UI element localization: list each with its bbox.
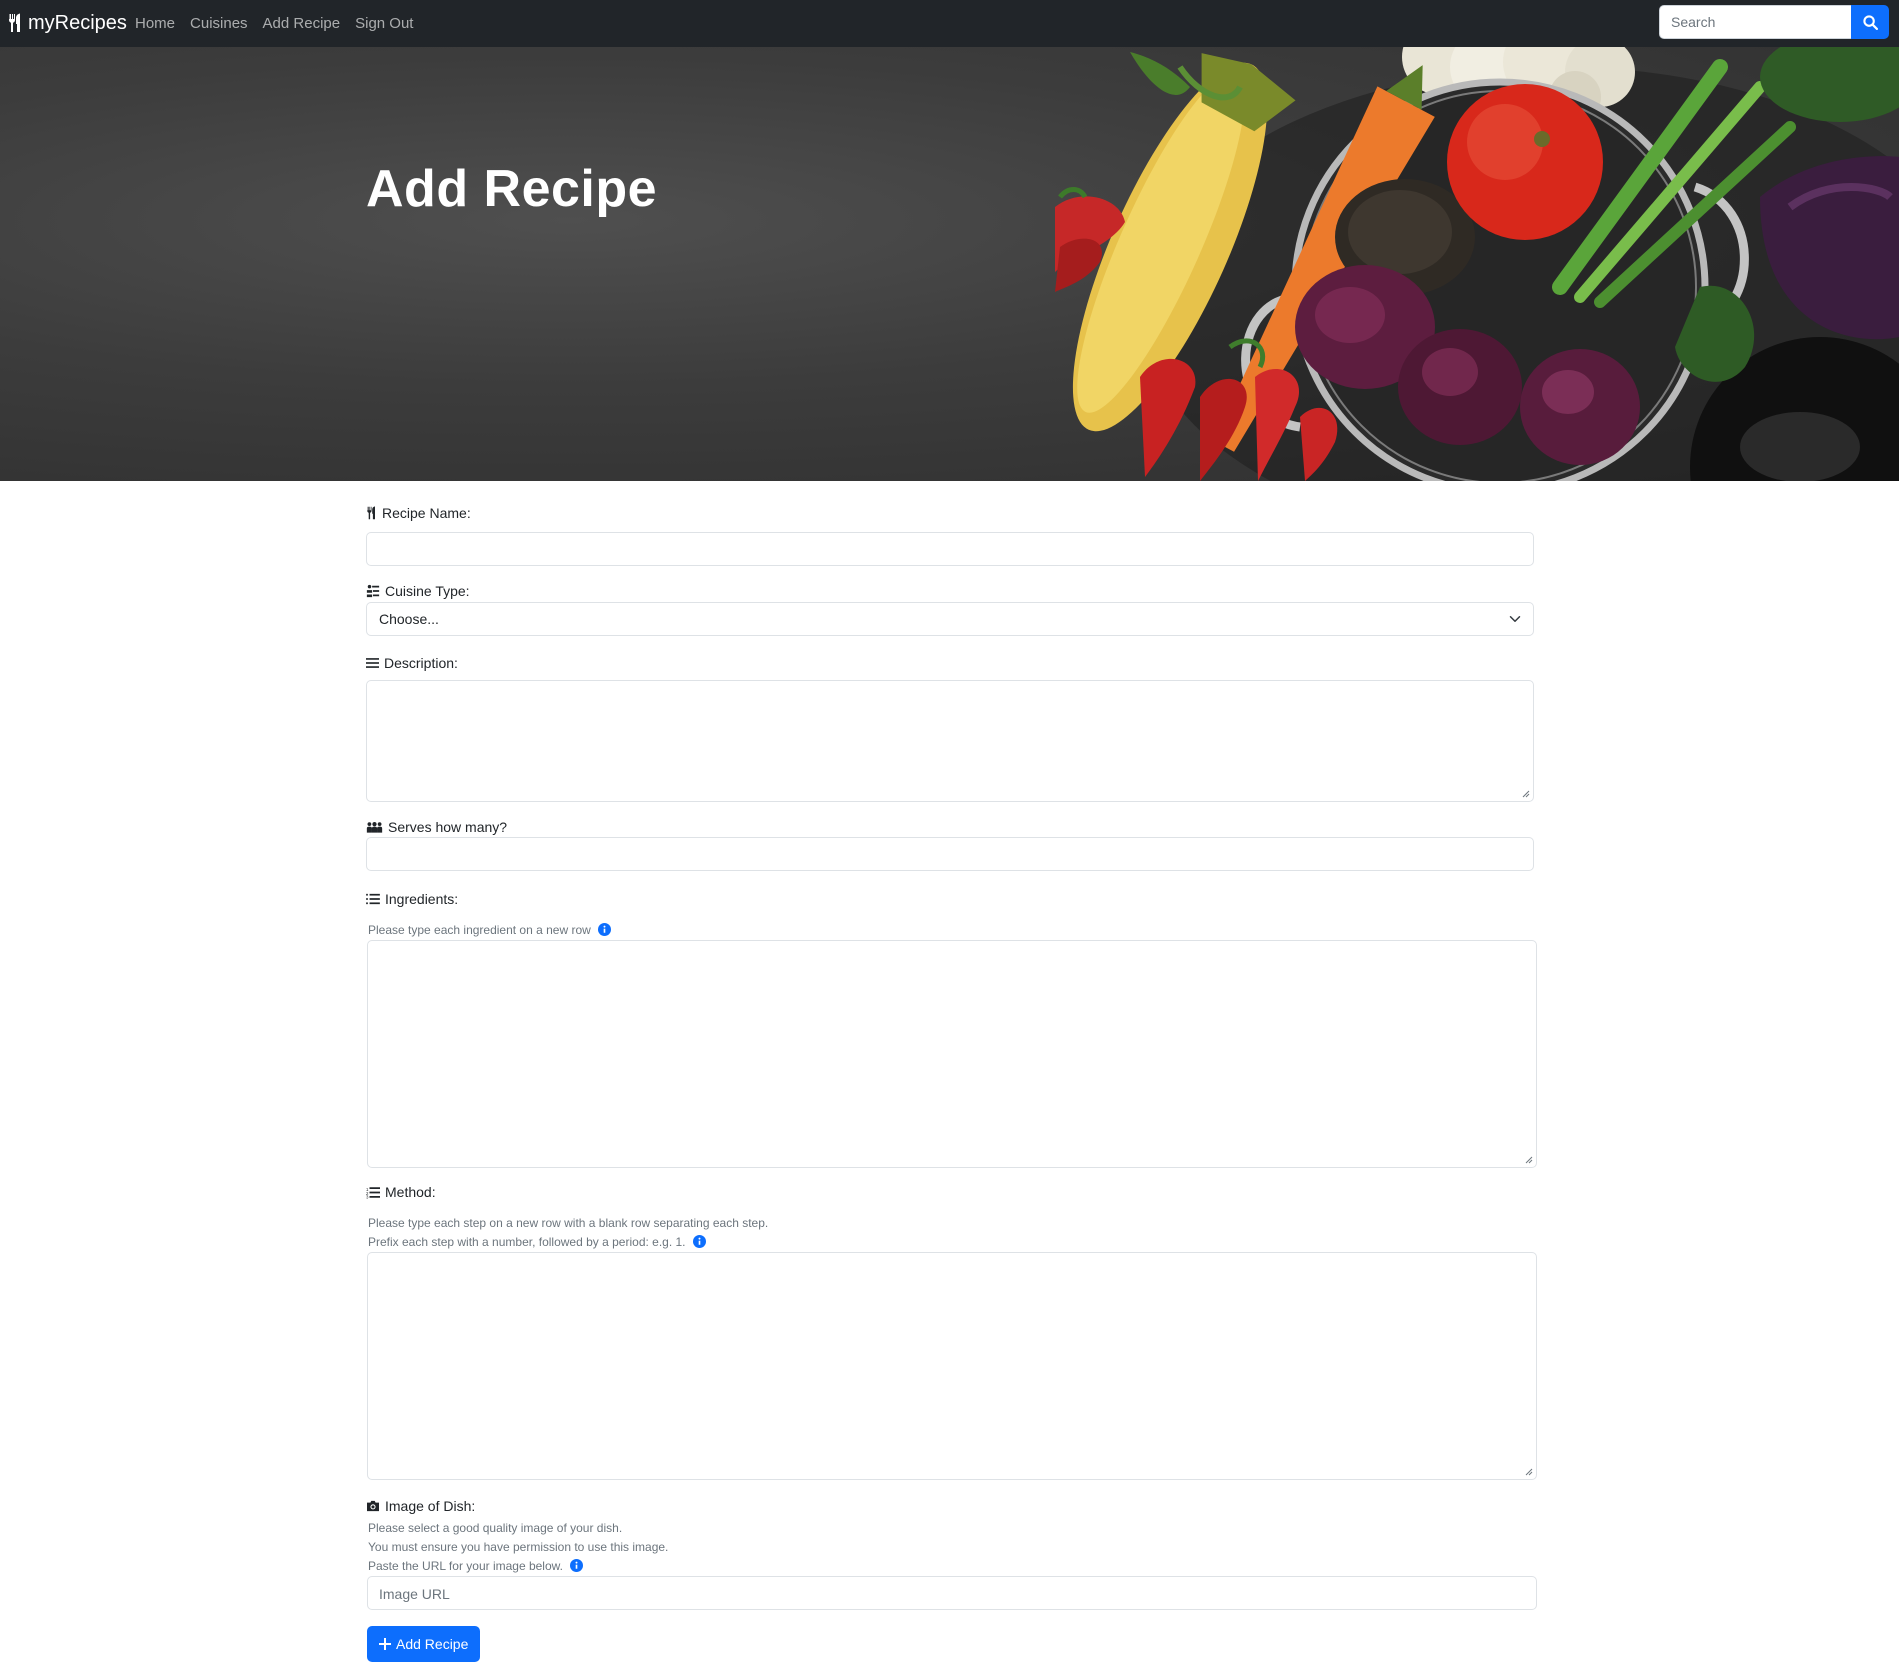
svg-text:3: 3 <box>366 1194 369 1198</box>
users-icon <box>366 821 383 833</box>
image-hint-line-1: Please select a good quality image of yo… <box>368 1521 623 1535</box>
method-label-text: Method: <box>385 1184 436 1200</box>
camera-icon <box>367 1500 379 1512</box>
list-ol-icon: 1 2 3 <box>366 1186 380 1199</box>
brand-name: myRecipes <box>28 11 127 34</box>
description-label: Description: <box>366 655 458 671</box>
image-hint-line-2: You must ensure you have permission to u… <box>368 1540 669 1554</box>
serves-input[interactable] <box>366 837 1534 871</box>
plus-icon <box>379 1638 391 1650</box>
info-icon[interactable] <box>598 923 612 936</box>
recipe-name-label: Recipe Name: <box>366 505 471 521</box>
nav-link-cuisines[interactable]: Cuisines <box>190 15 248 32</box>
info-icon[interactable] <box>692 1235 706 1248</box>
image-hint-line-3-text: Paste the URL for your image below. <box>368 1559 563 1573</box>
method-hint-line-1: Please type each step on a new row with … <box>368 1216 769 1230</box>
resize-grip-icon <box>1525 1468 1533 1476</box>
nav-link-add-recipe[interactable]: Add Recipe <box>263 15 341 32</box>
image-hint-line-3: Paste the URL for your image below. <box>368 1557 668 1576</box>
resize-grip-icon <box>1525 1156 1533 1164</box>
brand-link[interactable]: myRecipes <box>8 8 127 38</box>
description-label-text: Description: <box>384 655 458 671</box>
ingredients-label: Ingredients: <box>366 891 458 907</box>
method-hint: Please type each step on a new row with … <box>368 1214 768 1252</box>
recipe-name-input[interactable] <box>366 532 1534 566</box>
utensils-icon <box>367 506 375 520</box>
add-recipe-button-label: Add Recipe <box>396 1636 469 1652</box>
info-icon[interactable] <box>570 1559 584 1572</box>
add-recipe-button[interactable]: Add Recipe <box>367 1626 481 1662</box>
image-label: Image of Dish: <box>366 1498 475 1514</box>
list-icon <box>366 893 380 905</box>
nav-link-sign-out[interactable]: Sign Out <box>355 15 413 32</box>
cuisine-select-value: Choose... <box>379 611 439 627</box>
image-url-input[interactable]: Image URL <box>367 1576 1537 1610</box>
ingredients-hint: Please type each ingredient on a new row <box>368 921 612 940</box>
page-title: Add Recipe <box>366 160 658 218</box>
utensils-icon <box>9 13 20 32</box>
cuisine-type-label: Cuisine Type: <box>366 583 470 599</box>
ingredients-textarea[interactable] <box>367 940 1537 1168</box>
image-hint: Please select a good quality image of yo… <box>368 1519 668 1576</box>
chevron-down-icon <box>1509 616 1521 622</box>
cuisine-type-label-text: Cuisine Type: <box>385 583 470 599</box>
image-label-text: Image of Dish: <box>385 1498 476 1514</box>
serves-label-text: Serves how many? <box>388 819 508 835</box>
resize-grip-icon <box>1522 790 1530 798</box>
search-form <box>1659 5 1889 39</box>
vegetables-image <box>1055 47 1899 481</box>
cuisine-select[interactable]: Choose... <box>366 602 1534 636</box>
description-textarea[interactable] <box>366 680 1534 802</box>
cuisine-list-icon <box>366 584 380 598</box>
ingredients-label-text: Ingredients: <box>385 891 459 907</box>
search-icon <box>1862 14 1878 30</box>
align-justify-icon <box>366 658 379 668</box>
hero-banner: Add Recipe <box>0 47 1899 481</box>
serves-label: Serves how many? <box>366 819 507 835</box>
navbar: myRecipes Home Cuisines Add Recipe Sign … <box>0 0 1899 47</box>
method-hint-line-2-text: Prefix each step with a number, followed… <box>368 1235 686 1249</box>
search-input[interactable] <box>1659 5 1851 39</box>
nav-links: Home Cuisines Add Recipe Sign Out <box>135 0 428 47</box>
search-button[interactable] <box>1851 5 1889 39</box>
nav-link-home[interactable]: Home <box>135 15 175 32</box>
method-hint-line-2: Prefix each step with a number, followed… <box>368 1233 768 1252</box>
recipe-name-label-text: Recipe Name: <box>382 505 471 521</box>
image-url-placeholder: Image URL <box>379 1586 450 1602</box>
method-label: 1 2 3 Method: <box>366 1184 436 1200</box>
ingredients-hint-text: Please type each ingredient on a new row <box>368 923 591 937</box>
method-textarea[interactable] <box>367 1252 1537 1480</box>
